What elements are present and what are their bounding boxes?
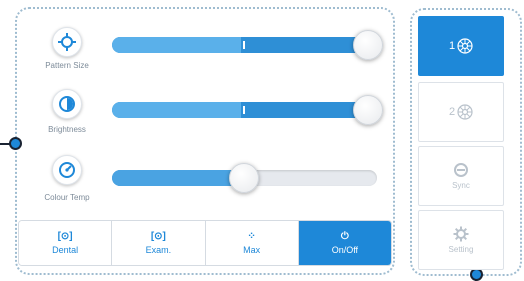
light-head-1-number: 1 (448, 40, 456, 52)
on-off-label: On/Off (331, 245, 359, 255)
dental-button[interactable]: [⊙] Dental (19, 221, 113, 265)
callout-marker-left (9, 137, 22, 150)
sync-button[interactable]: Sync (418, 146, 504, 206)
light-head-icon (457, 38, 473, 54)
dental-label: Dental (52, 245, 79, 255)
power-icon: ⏻ (340, 231, 349, 242)
exam-button[interactable]: [⊙] Exam. (112, 221, 206, 265)
pattern-size-center-mark (243, 41, 245, 49)
exam-label: Exam. (145, 245, 172, 255)
max-button[interactable]: ⁘ Max (205, 221, 299, 265)
light-head-icon (457, 104, 473, 120)
setting-label: Setting (448, 245, 474, 254)
brightness-label: Brightness (48, 125, 86, 134)
light-head-2-button[interactable]: 2 (418, 82, 504, 142)
brightness-icon (52, 89, 82, 119)
pattern-size-icon (52, 27, 82, 57)
colour-temp-label: Colour Temp (44, 193, 90, 202)
max-icon: ⁘ (247, 231, 256, 242)
sync-label: Sync (452, 181, 470, 190)
brightness-slider[interactable] (112, 102, 382, 118)
brightness-fill (112, 102, 370, 118)
pattern-size-fill (112, 37, 370, 53)
pattern-size-knob[interactable] (353, 30, 383, 60)
pattern-size-slider[interactable] (112, 37, 382, 53)
setting-button[interactable]: Setting (418, 210, 504, 270)
brightness-knob[interactable] (353, 95, 383, 125)
gear-icon (453, 226, 469, 242)
pattern-size-label: Pattern Size (45, 61, 89, 70)
mode-bar: [⊙] Dental [⊙] Exam. ⁘ Max ⏻ On/Off (18, 220, 392, 266)
light-head-1-button[interactable]: 1 (418, 16, 504, 76)
exam-icon: [⊙] (150, 231, 166, 242)
light-head-2-number: 2 (448, 106, 456, 118)
sync-icon (454, 163, 468, 177)
max-label: Max (243, 245, 261, 255)
on-off-button[interactable]: ⏻ On/Off (298, 221, 391, 265)
dental-icon: [⊙] (57, 231, 73, 242)
colour-temp-icon (52, 155, 82, 185)
colour-temp-fill (112, 170, 242, 186)
brightness-center-mark (243, 106, 245, 114)
colour-temp-knob[interactable] (229, 163, 259, 193)
